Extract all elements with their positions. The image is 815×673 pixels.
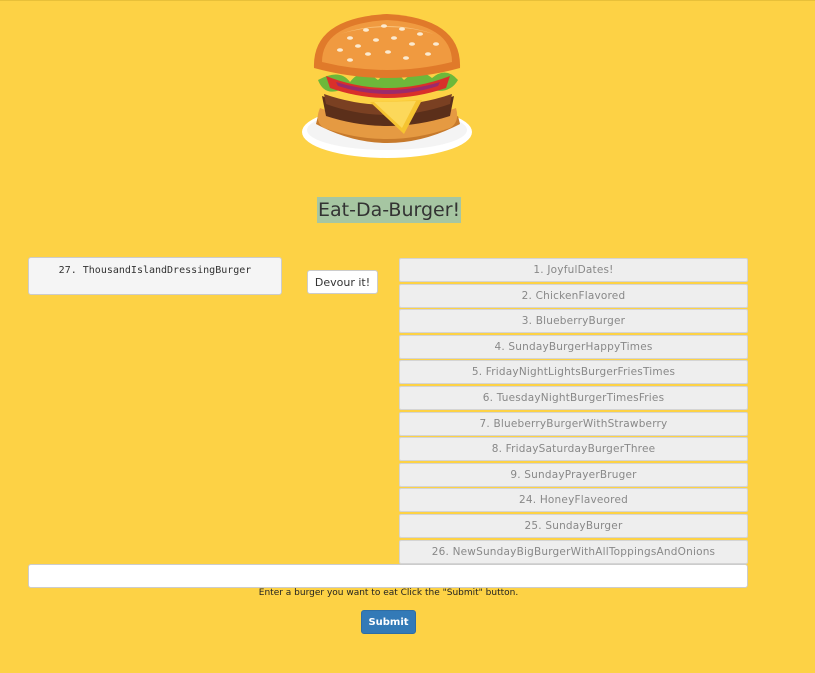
burger-list-item[interactable]: 4. SundayBurgerHappyTimes bbox=[399, 334, 748, 359]
devoured-list: 27. ThousandIslandDressingBurger bbox=[28, 257, 282, 295]
burger-list-item[interactable]: 26. NewSundayBigBurgerWithAllToppingsAnd… bbox=[399, 539, 748, 564]
burger-name-input[interactable] bbox=[28, 564, 748, 588]
burger-list-item[interactable]: 24. HoneyFlaveored bbox=[399, 488, 748, 513]
devoured-item: 27. ThousandIslandDressingBurger bbox=[58, 265, 252, 276]
top-divider bbox=[0, 0, 815, 1]
submit-button[interactable]: Submit bbox=[361, 610, 416, 634]
burger-list-item[interactable]: 7. BlueberryBurgerWithStrawberry bbox=[399, 411, 748, 436]
burger-list-item[interactable]: 6. TuesdayNightBurgerTimesFries bbox=[399, 385, 748, 410]
burger-list: 1. JoyfulDates! 2. ChickenFlavored 3. Bl… bbox=[399, 258, 748, 565]
helper-text: Enter a burger you want to eat Click the… bbox=[258, 588, 519, 598]
burger-list-item[interactable]: 5. FridayNightLightsBurgerFriesTimes bbox=[399, 360, 748, 385]
burger-list-item[interactable]: 8. FridaySaturdayBurgerThree bbox=[399, 437, 748, 462]
burger-list-item[interactable]: 3. BlueberryBurger bbox=[399, 309, 748, 334]
devour-button[interactable]: Devour it! bbox=[307, 270, 378, 294]
burger-icon bbox=[302, 14, 472, 158]
burger-list-item[interactable]: 9. SundayPrayerBruger bbox=[399, 462, 748, 487]
burger-list-item[interactable]: 1. JoyfulDates! bbox=[399, 258, 748, 282]
burger-list-item[interactable]: 2. ChickenFlavored bbox=[399, 283, 748, 308]
burger-list-item[interactable]: 25. SundayBurger bbox=[399, 513, 748, 538]
page-title: Eat-Da-Burger! bbox=[317, 197, 462, 223]
